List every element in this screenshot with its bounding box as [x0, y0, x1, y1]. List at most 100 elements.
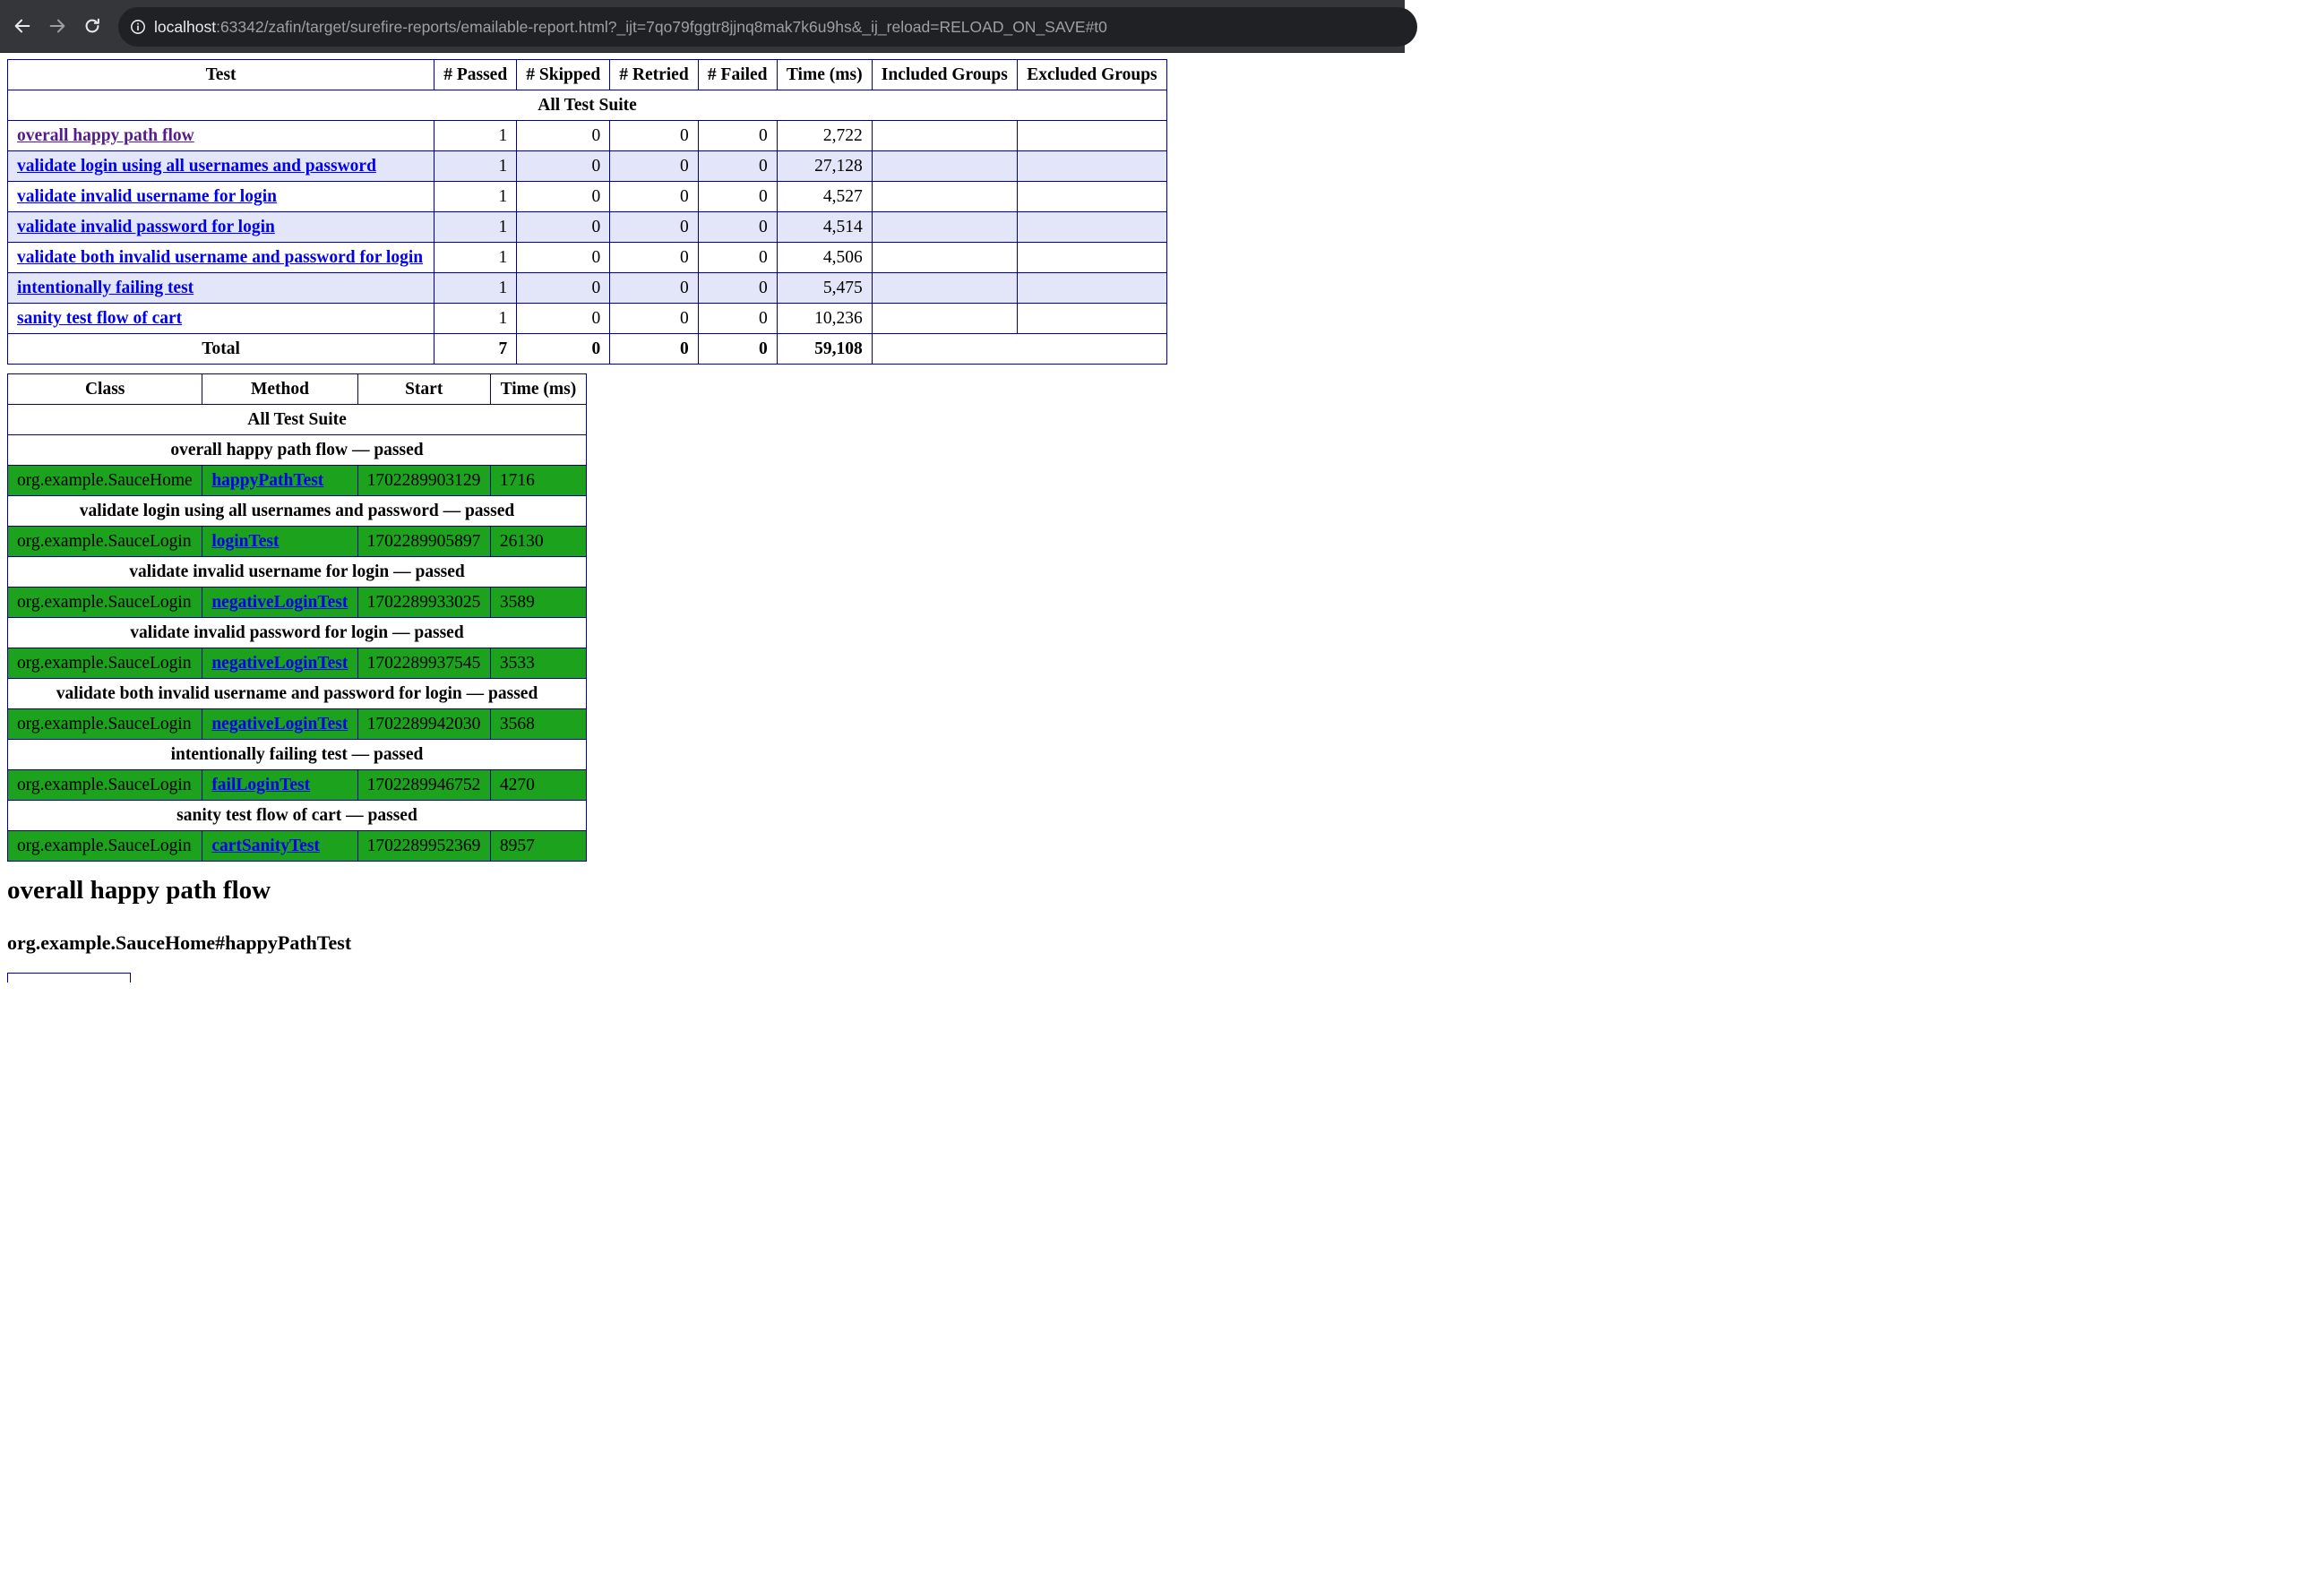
suite-row: All Test Suite [7, 90, 1167, 121]
duration-ms: 3568 [489, 708, 588, 740]
suite-name: All Test Suite [7, 404, 587, 435]
test-link[interactable]: overall happy path flow [17, 126, 194, 145]
col-header-excluded-groups: Excluded Groups [1016, 59, 1168, 90]
back-button[interactable] [9, 13, 36, 39]
class-name: org.example.SauceLogin [6, 830, 203, 862]
passed-count: 1 [434, 120, 518, 151]
retried-count: 0 [609, 120, 699, 151]
class-name: org.example.SauceHome [6, 465, 203, 496]
time-ms: 4,514 [776, 211, 873, 243]
passed-count: 1 [434, 150, 518, 182]
retried-count: 0 [609, 272, 699, 304]
table-row: validate both invalid username and passw… [6, 242, 1168, 273]
class-name: org.example.SauceLogin [6, 648, 203, 679]
passed-count: 1 [434, 242, 518, 273]
col-header-included-groups: Included Groups [871, 59, 1018, 90]
table-row: overall happy path flow 1 0 0 0 2,722 [6, 120, 1168, 151]
group-header-row: overall happy path flow — passed [7, 434, 587, 466]
test-link[interactable]: validate invalid username for login [17, 187, 277, 206]
arrow-right-icon [49, 19, 65, 33]
test-link[interactable]: validate login using all usernames and p… [17, 157, 376, 176]
retried-count: 0 [609, 242, 699, 273]
included-groups [871, 272, 1018, 304]
group-header-row: validate both invalid username and passw… [7, 678, 587, 709]
group-header-row: validate invalid password for login — pa… [7, 617, 587, 648]
excluded-groups [1016, 303, 1168, 334]
included-groups [871, 120, 1018, 151]
address-bar[interactable]: localhost:63342/zafin/target/surefire-re… [118, 7, 1417, 47]
method-link[interactable]: negativeLoginTest [211, 593, 348, 612]
test-group-title: validate invalid username for login — pa… [7, 556, 587, 588]
method-link[interactable]: failLoginTest [211, 776, 310, 794]
group-header-row: validate login using all usernames and p… [7, 495, 587, 527]
col-header-retried: # Retried [609, 59, 699, 90]
test-link[interactable]: intentionally failing test [17, 279, 194, 297]
time-ms: 10,236 [776, 303, 873, 334]
test-group-title: intentionally failing test — passed [7, 739, 587, 770]
table-row: org.example.SauceLogin loginTest 1702289… [6, 526, 588, 557]
test-link[interactable]: validate both invalid username and passw… [17, 248, 423, 267]
group-header-row: sanity test flow of cart — passed [7, 800, 587, 831]
col-header-skipped: # Skipped [516, 59, 611, 90]
method-link[interactable]: cartSanityTest [211, 837, 320, 855]
skipped-count: 0 [516, 150, 611, 182]
passed-count: 1 [434, 303, 518, 334]
total-row: Total 7 0 0 0 59,108 [6, 333, 1168, 365]
failed-count: 0 [697, 211, 778, 243]
excluded-groups [1016, 242, 1168, 273]
test-group-title: validate both invalid username and passw… [7, 678, 587, 709]
col-header-class: Class [6, 373, 203, 405]
browser-toolbar: localhost:63342/zafin/target/surefire-re… [0, 0, 1417, 53]
skipped-count: 0 [516, 211, 611, 243]
retried-count: 0 [609, 150, 699, 182]
class-name: org.example.SauceLogin [6, 769, 203, 801]
passed-count: 1 [434, 211, 518, 243]
included-groups [871, 303, 1018, 334]
passed-count: 1 [434, 272, 518, 304]
start-time: 1702289903129 [357, 465, 491, 496]
time-ms: 2,722 [776, 120, 873, 151]
excluded-groups [1016, 150, 1168, 182]
total-retried: 0 [609, 333, 699, 365]
skipped-count: 0 [516, 272, 611, 304]
test-link[interactable]: validate invalid password for login [17, 218, 275, 236]
excluded-groups [1016, 120, 1168, 151]
start-time: 1702289946752 [357, 769, 491, 801]
info-icon[interactable] [130, 19, 146, 35]
passed-count: 1 [434, 181, 518, 212]
duration-ms: 3589 [489, 587, 588, 618]
retried-count: 0 [609, 303, 699, 334]
skipped-count: 0 [516, 242, 611, 273]
duration-ms: 3533 [489, 648, 588, 679]
failed-count: 0 [697, 242, 778, 273]
table-row: org.example.SauceLogin negativeLoginTest… [6, 708, 588, 740]
total-failed: 0 [697, 333, 778, 365]
total-skipped: 0 [516, 333, 611, 365]
duration-ms: 8957 [489, 830, 588, 862]
reload-button[interactable] [79, 13, 106, 39]
test-link[interactable]: sanity test flow of cart [17, 309, 182, 328]
start-time: 1702289905897 [357, 526, 491, 557]
start-time: 1702289933025 [357, 587, 491, 618]
class-name: org.example.SauceLogin [6, 708, 203, 740]
excluded-groups [1016, 181, 1168, 212]
table-row: validate login using all usernames and p… [6, 150, 1168, 182]
method-link[interactable]: negativeLoginTest [211, 654, 348, 673]
forward-button[interactable] [44, 13, 71, 39]
section-heading: overall happy path flow [7, 876, 271, 905]
detail-table: Class Method Start Time (ms) All Test Su… [6, 373, 588, 862]
failed-count: 0 [697, 120, 778, 151]
col-header-test: Test [6, 59, 435, 90]
table-row: org.example.SauceLogin negativeLoginTest… [6, 587, 588, 618]
url-text[interactable]: localhost:63342/zafin/target/surefire-re… [154, 18, 1107, 37]
method-link[interactable]: loginTest [211, 532, 279, 551]
group-header-row: validate invalid username for login — pa… [7, 556, 587, 588]
col-header-time: Time (ms) [776, 59, 873, 90]
failed-count: 0 [697, 303, 778, 334]
summary-table: Test # Passed # Skipped # Retried # Fail… [6, 59, 1168, 365]
detail-header-row: Class Method Start Time (ms) [6, 373, 588, 405]
col-header-method: Method [202, 373, 358, 405]
failed-count: 0 [697, 181, 778, 212]
method-link[interactable]: happyPathTest [211, 471, 323, 490]
method-link[interactable]: negativeLoginTest [211, 715, 348, 734]
